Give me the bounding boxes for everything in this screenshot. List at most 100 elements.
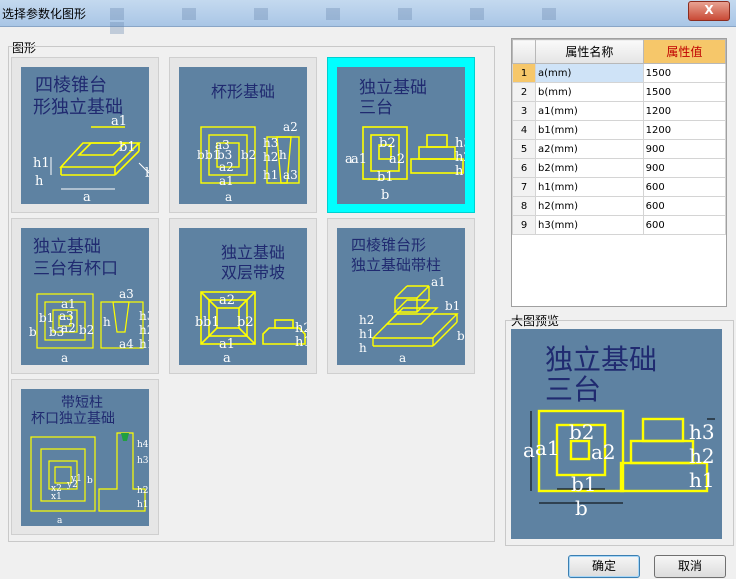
row-number: 4 bbox=[512, 120, 536, 140]
property-grid-empty-area bbox=[511, 236, 727, 307]
svg-text:a1: a1 bbox=[111, 114, 127, 129]
svg-text:a: a bbox=[61, 351, 68, 365]
tile-title-line: 独立基础 bbox=[221, 243, 285, 262]
svg-text:a1: a1 bbox=[351, 152, 367, 167]
property-value[interactable]: 900 bbox=[642, 158, 727, 178]
large-preview: 独立基础 三台 a a1 b2 a2 b1 b h3 h2 h1 bbox=[511, 329, 722, 539]
title-bar: 选择参数化图形 X bbox=[0, 0, 736, 34]
cancel-button[interactable]: 取消 bbox=[654, 555, 726, 578]
shape-thumbnail: 独立基础 三台有杯口 a1a3a2 bb1b3 b2aa3 h3h2h1 ha4 bbox=[21, 228, 149, 365]
svg-text:b: b bbox=[87, 476, 93, 486]
svg-text:b: b bbox=[197, 148, 205, 162]
row-number: 3 bbox=[512, 101, 536, 121]
property-value[interactable]: 1200 bbox=[642, 120, 727, 140]
svg-text:a4: a4 bbox=[119, 337, 134, 351]
background-toolbar-ghost bbox=[110, 6, 680, 34]
close-button[interactable]: X bbox=[688, 1, 730, 21]
svg-text:h2: h2 bbox=[359, 313, 374, 327]
property-name: b1(mm) bbox=[535, 120, 644, 140]
table-row[interactable]: 2 b(mm) 1500 bbox=[512, 82, 727, 102]
property-value-header: 属性值 bbox=[642, 39, 727, 64]
shape-thumbnail: 四棱锥台 形独立基础 a a1 b1 h1 h b bbox=[21, 67, 149, 204]
svg-text:a2: a2 bbox=[219, 160, 234, 174]
property-value[interactable]: 1500 bbox=[642, 82, 727, 102]
shape-tile-two-layer-slope-footing[interactable]: 独立基础 双层带坡 a2bb1 b2a1a h2h1 bbox=[169, 218, 317, 374]
dim-label: a bbox=[523, 438, 535, 462]
svg-text:a3: a3 bbox=[119, 287, 134, 301]
property-name: a(mm) bbox=[535, 63, 644, 83]
svg-text:a: a bbox=[225, 190, 232, 204]
svg-text:b3: b3 bbox=[49, 325, 64, 339]
property-value[interactable]: 900 bbox=[642, 139, 727, 159]
property-name: a1(mm) bbox=[535, 101, 644, 121]
svg-text:h2: h2 bbox=[139, 323, 149, 337]
svg-text:h: h bbox=[35, 174, 44, 189]
table-row[interactable]: 4 b1(mm) 1200 bbox=[512, 120, 727, 140]
row-number: 9 bbox=[512, 215, 536, 235]
shape-tile-pyramid-footing[interactable]: 四棱锥台 形独立基础 a a1 b1 h1 h b bbox=[11, 57, 159, 213]
table-row[interactable]: 6 b2(mm) 900 bbox=[512, 158, 727, 178]
property-name: b2(mm) bbox=[535, 158, 644, 178]
svg-text:a: a bbox=[223, 351, 231, 365]
shape-tile-short-column-cup-footing[interactable]: 带短柱 杯口独立基础 a b y1 y2 x2 x1 h4 h3 h2 h1 bbox=[11, 379, 159, 535]
shape-thumbnail: 杯形基础 b b1 b3 b2 a3 a2 a1 a a2 h3 h2 h1 h a3 bbox=[179, 67, 307, 204]
svg-text:a1: a1 bbox=[219, 174, 234, 188]
svg-text:a2: a2 bbox=[283, 120, 298, 134]
property-value[interactable]: 1200 bbox=[642, 101, 727, 121]
svg-text:a1: a1 bbox=[431, 275, 446, 289]
row-number: 5 bbox=[512, 139, 536, 159]
dim-label: h1 bbox=[689, 468, 715, 492]
svg-text:h: h bbox=[103, 315, 111, 329]
ok-button[interactable]: 确定 bbox=[568, 555, 640, 578]
svg-text:a3: a3 bbox=[283, 168, 298, 182]
svg-text:h3: h3 bbox=[455, 136, 465, 151]
property-value[interactable]: 600 bbox=[642, 196, 727, 216]
svg-text:b: b bbox=[381, 188, 389, 203]
tile-title-line: 独立基础 bbox=[33, 237, 101, 257]
dim-label: h2 bbox=[689, 444, 715, 468]
table-row[interactable]: 7 h1(mm) 600 bbox=[512, 177, 727, 197]
table-row[interactable]: 9 h3(mm) 600 bbox=[512, 215, 727, 235]
svg-text:a2: a2 bbox=[219, 293, 235, 308]
svg-text:h3: h3 bbox=[263, 136, 278, 150]
svg-text:b1: b1 bbox=[445, 299, 460, 313]
preview-title-line: 三台 bbox=[545, 373, 601, 406]
svg-text:b2: b2 bbox=[237, 315, 254, 330]
svg-text:b: b bbox=[29, 325, 37, 339]
property-value[interactable]: 600 bbox=[642, 215, 727, 235]
tile-title-line: 杯口独立基础 bbox=[31, 410, 115, 427]
property-value[interactable]: 600 bbox=[642, 177, 727, 197]
property-name: h2(mm) bbox=[535, 196, 644, 216]
svg-text:h4: h4 bbox=[137, 440, 149, 450]
svg-text:y2: y2 bbox=[66, 480, 78, 490]
table-row[interactable]: 8 h2(mm) 600 bbox=[512, 196, 727, 216]
shape-tile-cup-footing[interactable]: 杯形基础 b b1 b3 b2 a3 a2 a1 a a2 h3 h2 h1 h a3 bbox=[169, 57, 317, 213]
tile-title-line: 独立基础 bbox=[359, 78, 427, 98]
shape-tile-three-step-cup-footing[interactable]: 独立基础 三台有杯口 a1a3a2 bb1b3 b2aa3 h3h2h1 ha4 bbox=[11, 218, 159, 374]
table-row[interactable]: 1 a(mm) 1500 bbox=[512, 63, 727, 83]
svg-text:a3: a3 bbox=[215, 138, 230, 152]
svg-text:h3: h3 bbox=[137, 456, 149, 466]
property-grid: 属性名称 属性值 1 a(mm) 1500 2 b(mm) 1500 3 a1(mm) 12… bbox=[511, 38, 727, 237]
tile-title-line: 杯形基础 bbox=[211, 82, 275, 101]
svg-text:h2: h2 bbox=[137, 486, 149, 496]
shape-tile-three-step-footing[interactable]: 独立基础 三台 aa1b2 a2b1b h3h2h1 bbox=[327, 57, 475, 213]
tile-title-line: 三台 bbox=[359, 98, 393, 118]
row-number-header bbox=[512, 39, 536, 64]
property-table: 属性名称 属性值 1 a(mm) 1500 2 b(mm) 1500 3 a1(mm) 12… bbox=[512, 39, 727, 235]
svg-text:h: h bbox=[359, 341, 367, 355]
dim-label: b1 bbox=[571, 472, 597, 496]
property-value[interactable]: 1500 bbox=[642, 63, 727, 83]
property-name: b(mm) bbox=[535, 82, 644, 102]
svg-text:a: a bbox=[399, 351, 406, 365]
dim-label: b bbox=[575, 496, 588, 520]
property-name: a2(mm) bbox=[535, 139, 644, 159]
svg-text:b1: b1 bbox=[39, 311, 54, 325]
svg-text:x1: x1 bbox=[51, 492, 62, 502]
table-row[interactable]: 5 a2(mm) 900 bbox=[512, 139, 727, 159]
row-number: 1 bbox=[512, 63, 536, 83]
svg-text:h2: h2 bbox=[295, 321, 307, 336]
svg-text:b2: b2 bbox=[241, 148, 256, 162]
table-row[interactable]: 3 a1(mm) 1200 bbox=[512, 101, 727, 121]
shape-tile-pyramid-footing-with-column[interactable]: 四棱锥台形 独立基础带柱 a1 b1 h2 h1 h a b bbox=[327, 218, 475, 374]
